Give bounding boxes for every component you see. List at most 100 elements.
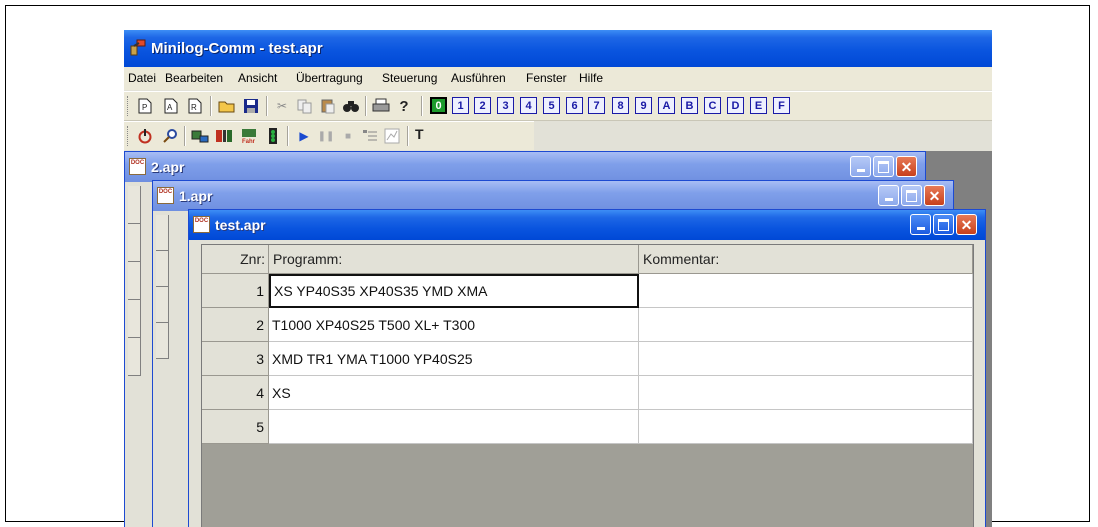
number-button-5[interactable]: 5: [543, 97, 560, 114]
help-question-icon[interactable]: ?: [394, 96, 414, 116]
traffic-light-icon[interactable]: [263, 126, 283, 146]
maximize-button[interactable]: [933, 214, 954, 235]
child-titlebar[interactable]: DOC 1.apr ✕: [153, 181, 953, 211]
menu-ausfuehren[interactable]: Ausführen: [451, 71, 506, 85]
number-button-3[interactable]: 3: [497, 97, 514, 114]
copy-icon[interactable]: [295, 96, 315, 116]
cut-scissors-icon[interactable]: ✂: [272, 96, 292, 116]
connect-icon[interactable]: [190, 126, 210, 146]
header-programm: Programm:: [269, 245, 639, 274]
power-icon[interactable]: [135, 126, 155, 146]
kommentar-cell[interactable]: [639, 376, 973, 410]
toolbar-area-empty: [534, 121, 992, 151]
minimize-icon: [856, 169, 865, 172]
paste-icon[interactable]: [318, 96, 338, 116]
close-button[interactable]: ✕: [924, 185, 945, 206]
maximize-icon: [938, 218, 949, 231]
menu-ansicht[interactable]: Ansicht: [238, 71, 277, 85]
new-a-icon[interactable]: A: [161, 96, 181, 116]
number-button-b[interactable]: B: [681, 97, 698, 114]
list-icon[interactable]: [360, 126, 380, 146]
window-controls: ✕: [878, 185, 947, 207]
number-button-c[interactable]: C: [704, 97, 721, 114]
kommentar-cell[interactable]: [639, 274, 973, 308]
programm-cell[interactable]: T1000 XP40S25 T500 XL+ T300: [269, 308, 639, 342]
save-disk-icon[interactable]: [241, 96, 261, 116]
menu-steuerung[interactable]: Steuerung: [382, 71, 437, 85]
maximize-icon: [906, 189, 917, 202]
child-title: 1.apr: [179, 188, 213, 204]
close-button[interactable]: ✕: [896, 156, 917, 177]
minimize-button[interactable]: [878, 185, 899, 206]
maximize-button[interactable]: [873, 156, 894, 177]
child-titlebar[interactable]: DOC test.apr ✕: [189, 210, 985, 240]
child-title: 2.apr: [151, 159, 185, 175]
app-title: Minilog-Comm - test.apr: [151, 40, 323, 57]
number-button-a[interactable]: A: [658, 97, 675, 114]
toolbar-separator: [210, 96, 212, 116]
maximize-button[interactable]: [901, 185, 922, 206]
programm-cell[interactable]: [269, 410, 639, 444]
number-button-2[interactable]: 2: [474, 97, 491, 114]
document-icon: DOC: [193, 216, 210, 233]
fahr-icon[interactable]: Fahr: [239, 126, 259, 146]
header-znr: Znr:: [202, 245, 269, 274]
transfer-icon[interactable]: [214, 126, 234, 146]
child-window-testapr[interactable]: DOC test.apr ✕ Znr: Programm: Kommentar:…: [188, 209, 986, 527]
number-button-6[interactable]: 6: [566, 97, 583, 114]
new-r-icon[interactable]: R: [185, 96, 205, 116]
programm-cell[interactable]: XS YP40S35 XP40S35 YMD XMA: [269, 274, 639, 308]
main-toolbar: P A R ✂ ? 0 1 2 3 4 5 6 7 8 9 A B C D E …: [124, 91, 992, 121]
menu-fenster[interactable]: Fenster: [526, 71, 567, 85]
row-number: 4: [202, 376, 269, 410]
close-button[interactable]: ✕: [956, 214, 977, 235]
svg-text:A: A: [167, 103, 173, 112]
menu-uebertragung[interactable]: Übertragung: [296, 71, 363, 85]
number-button-7[interactable]: 7: [588, 97, 605, 114]
chart-icon[interactable]: [382, 126, 402, 146]
minilog-app-icon: [130, 39, 146, 56]
maximize-icon: [878, 160, 889, 173]
child-titlebar[interactable]: DOC 2.apr ✕: [125, 152, 925, 182]
kommentar-cell[interactable]: [639, 308, 973, 342]
minimize-button[interactable]: [910, 214, 931, 235]
number-button-d[interactable]: D: [727, 97, 744, 114]
toolbar-separator: [266, 96, 268, 116]
number-button-f[interactable]: F: [773, 97, 790, 114]
header-kommentar: Kommentar:: [639, 245, 973, 274]
number-button-0[interactable]: 0: [430, 97, 447, 114]
toolbar-grip[interactable]: [127, 126, 131, 146]
minimize-icon: [884, 198, 893, 201]
menu-datei[interactable]: Datei: [128, 71, 156, 85]
close-icon: ✕: [960, 216, 973, 233]
programm-cell[interactable]: XMD TR1 YMA T1000 YP40S25: [269, 342, 639, 376]
programm-cell[interactable]: XS: [269, 376, 639, 410]
zoom-icon[interactable]: [160, 126, 180, 146]
kommentar-cell[interactable]: [639, 342, 973, 376]
number-button-1[interactable]: 1: [452, 97, 469, 114]
find-binoculars-icon[interactable]: [341, 96, 361, 116]
print-icon[interactable]: [371, 96, 391, 116]
close-icon: ✕: [900, 158, 913, 175]
menu-hilfe[interactable]: Hilfe: [579, 71, 603, 85]
pause-icon[interactable]: ❚❚: [316, 126, 336, 146]
stop-icon[interactable]: ■: [338, 126, 358, 146]
number-button-9[interactable]: 9: [635, 97, 652, 114]
minimize-button[interactable]: [850, 156, 871, 177]
new-p-icon[interactable]: P: [135, 96, 155, 116]
grid-empty-area: [202, 444, 973, 527]
open-folder-icon[interactable]: [217, 96, 237, 116]
kommentar-cell[interactable]: [639, 410, 973, 444]
number-button-4[interactable]: 4: [520, 97, 537, 114]
toolbar-grip[interactable]: [127, 96, 131, 116]
app-window: Minilog-Comm - test.apr Datei Bearbeiten…: [124, 30, 992, 527]
play-icon[interactable]: ▶: [294, 126, 314, 146]
menu-bearbeiten[interactable]: Bearbeiten: [165, 71, 223, 85]
number-button-e[interactable]: E: [750, 97, 767, 114]
minimize-icon: [916, 227, 925, 230]
toolbar-separator: [421, 96, 423, 116]
number-button-8[interactable]: 8: [612, 97, 629, 114]
app-titlebar[interactable]: Minilog-Comm - test.apr: [124, 30, 992, 67]
row-number: 1: [202, 274, 269, 308]
text-tool-button[interactable]: T: [415, 126, 424, 142]
